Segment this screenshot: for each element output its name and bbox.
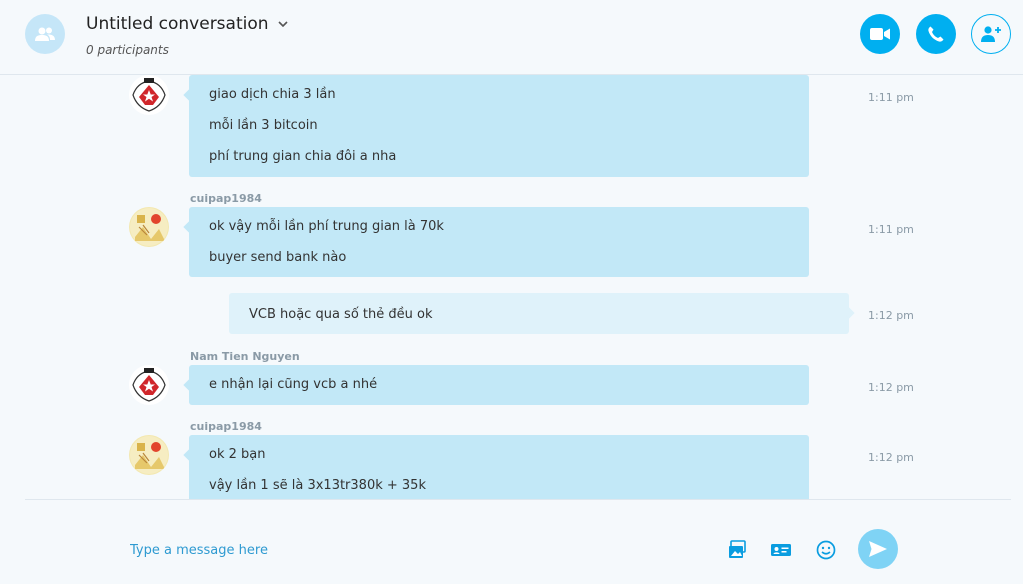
audio-call-button[interactable] [916, 14, 956, 54]
message-bubble-5[interactable]: ok 2 bạn vậy lần 1 sẽ là 3x13tr380k + 35… [183, 435, 809, 499]
sender-name[interactable]: cuipap1984 [190, 192, 262, 205]
message-text: buyer send bank nào [209, 250, 347, 265]
message-timestamp: 1:12 pm [868, 451, 914, 464]
message-text: giao dịch chia 3 lần [209, 87, 336, 102]
chevron-down-icon[interactable] [277, 18, 289, 30]
add-participants-button[interactable] [971, 14, 1011, 54]
avatar-cuipap1984[interactable] [129, 207, 169, 247]
message-bubble-1[interactable]: giao dịch chia 3 lần mỗi lần 3 bitcoin p… [183, 75, 809, 177]
image-icon[interactable] [726, 538, 750, 562]
message-timestamp: 1:11 pm [868, 223, 914, 236]
message-timestamp: 1:12 pm [868, 381, 914, 394]
video-call-icon [870, 28, 890, 40]
avatar-nam-tien-nguyen[interactable] [129, 365, 169, 405]
message-text: phí trung gian chia đôi a nha [209, 149, 397, 164]
conversation-title[interactable]: Untitled conversation [86, 14, 269, 34]
conversation-title-row[interactable]: Untitled conversation [86, 14, 289, 34]
message-timestamp: 1:12 pm [868, 309, 914, 322]
conversation-header: Untitled conversation 0 participants [0, 0, 1023, 75]
message-text: e nhận lại cũng vcb a nhé [209, 377, 378, 392]
emoji-icon[interactable] [814, 538, 838, 562]
participants-count[interactable]: 0 participants [86, 43, 169, 57]
add-person-icon [981, 26, 1001, 42]
phone-icon [928, 26, 944, 42]
group-icon [35, 27, 55, 41]
video-call-button[interactable] [860, 14, 900, 54]
message-text: ok 2 bạn [209, 447, 266, 462]
sender-name[interactable]: cuipap1984 [190, 420, 262, 433]
message-text: mỗi lần 3 bitcoin [209, 118, 318, 133]
message-bubble-4[interactable]: e nhận lại cũng vcb a nhé [183, 365, 809, 405]
message-timestamp: 1:11 pm [868, 91, 914, 104]
message-text: vậy lần 1 sẽ là 3x13tr380k + 35k [209, 478, 426, 493]
send-icon [869, 541, 887, 557]
message-bubble-3[interactable]: VCB hoặc qua số thẻ đều ok [229, 293, 855, 334]
avatar-cuipap1984[interactable] [129, 435, 169, 475]
sender-name[interactable]: Nam Tien Nguyen [190, 350, 300, 363]
avatar-nam-tien-nguyen[interactable] [129, 75, 169, 115]
message-text: ok vậy mỗi lần phí trung gian là 70k [209, 219, 444, 234]
message-list[interactable]: giao dịch chia 3 lần mỗi lần 3 bitcoin p… [0, 75, 1023, 499]
group-avatar[interactable] [25, 14, 65, 54]
message-bubble-2[interactable]: ok vậy mỗi lần phí trung gian là 70k buy… [183, 207, 809, 277]
message-input[interactable] [130, 543, 690, 558]
message-text: VCB hoặc qua số thẻ đều ok [249, 307, 433, 322]
contact-card-icon[interactable] [769, 538, 793, 562]
composer-divider [25, 499, 1011, 500]
send-button[interactable] [858, 529, 898, 569]
